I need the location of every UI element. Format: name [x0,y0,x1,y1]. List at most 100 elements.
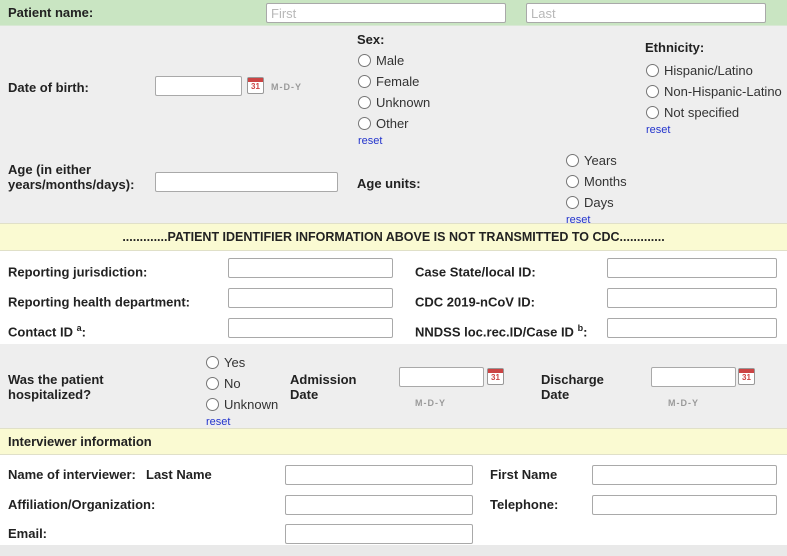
age-input[interactable] [155,172,338,192]
age-units-option-days[interactable]: Days [566,192,627,213]
age-units-option-label: Years [584,153,617,168]
sex-radio-unknown[interactable] [358,96,371,109]
interviewer-name-label: Name of interviewer: [8,465,136,485]
ethnicity-options: Hispanic/Latino Non-Hispanic-Latino Not … [646,60,782,137]
interviewer-last-name-label: Last Name [146,465,212,485]
telephone-label: Telephone: [490,495,558,515]
calendar-icon-day: 31 [248,82,263,92]
ethnicity-radio-hispanic[interactable] [646,64,659,77]
discharge-date-input[interactable] [651,367,736,387]
ethnicity-option-hispanic[interactable]: Hispanic/Latino [646,60,782,81]
interviewer-last-name-input[interactable] [285,465,473,485]
ethnicity-radio-not-specified[interactable] [646,106,659,119]
age-units-label: Age units: [357,176,421,191]
discharge-date-format-hint: M-D-Y [668,398,699,408]
sex-radio-female[interactable] [358,75,371,88]
email-input[interactable] [285,524,473,544]
reporting-jurisdiction-label: Reporting jurisdiction: [8,258,147,282]
ethnicity-option-label: Not specified [664,105,739,120]
cdc-ncov-id-label: CDC 2019-nCoV ID: [415,288,535,312]
ethnicity-radio-non-hispanic[interactable] [646,85,659,98]
hospitalized-option-label: Yes [224,355,245,370]
interviewer-first-name-input[interactable] [592,465,777,485]
last-name-input[interactable] [526,3,766,23]
calendar-icon-day: 31 [488,373,503,383]
ethnicity-option-label: Non-Hispanic-Latino [664,84,782,99]
dob-label: Date of birth: [8,80,89,95]
calendar-icon-day: 31 [739,373,754,383]
nndss-id-label: NNDSS loc.rec.ID/Case ID b: [415,318,587,342]
case-report-form: Patient name: Date of birth: 31 M-D-Y Se… [0,0,787,556]
admission-date-input[interactable] [399,367,484,387]
admission-date-format-hint: M-D-Y [415,398,446,408]
age-units-option-years[interactable]: Years [566,150,627,171]
age-units-options: Years Months Days reset [566,150,627,227]
sex-radio-male[interactable] [358,54,371,67]
dob-input[interactable] [155,76,242,96]
ethnicity-option-label: Hispanic/Latino [664,63,753,78]
ethnicity-reset-link[interactable]: reset [646,123,782,137]
hospitalized-radio-yes[interactable] [206,356,219,369]
hospitalized-reset-link[interactable]: reset [206,415,278,429]
ethnicity-option-non-hispanic[interactable]: Non-Hispanic-Latino [646,81,782,102]
case-state-local-id-input[interactable] [607,258,777,278]
hospitalized-radio-no[interactable] [206,377,219,390]
demographics-section: Date of birth: 31 M-D-Y Sex: Male Female… [0,26,787,223]
hospitalization-section: Was the patient hospitalized? Yes No Unk… [0,344,787,428]
email-label: Email: [8,524,47,544]
age-units-radio-days[interactable] [566,196,579,209]
sex-option-label: Male [376,53,404,68]
hospitalized-radio-unknown[interactable] [206,398,219,411]
age-units-option-label: Months [584,174,627,189]
sex-options: Male Female Unknown Other reset [358,50,430,148]
sex-reset-link[interactable]: reset [358,134,430,148]
calendar-icon[interactable]: 31 [247,77,264,94]
hospitalized-options: Yes No Unknown reset [206,352,278,429]
calendar-icon[interactable]: 31 [738,368,755,385]
hospitalized-option-unknown[interactable]: Unknown [206,394,278,415]
dob-format-hint: M-D-Y [271,82,302,92]
age-units-option-label: Days [584,195,614,210]
reporting-health-department-input[interactable] [228,288,393,308]
sex-label: Sex: [357,32,384,47]
hospitalized-option-label: No [224,376,241,391]
telephone-input[interactable] [592,495,777,515]
hospitalized-option-yes[interactable]: Yes [206,352,278,373]
cdc-ncov-id-input[interactable] [607,288,777,308]
first-name-input[interactable] [266,3,506,23]
reporting-jurisdiction-input[interactable] [228,258,393,278]
age-label: Age (in either years/months/days): [8,162,163,192]
contact-id-input[interactable] [228,318,393,338]
interviewer-section: Name of interviewer: Last Name First Nam… [0,455,787,545]
sex-option-unknown[interactable]: Unknown [358,92,430,113]
age-units-option-months[interactable]: Months [566,171,627,192]
sex-option-female[interactable]: Female [358,71,430,92]
admission-date-label: Admission Date [290,372,370,402]
interviewer-banner: Interviewer information [0,428,787,455]
sex-option-label: Other [376,116,409,131]
identifier-notice-banner: .............PATIENT IDENTIFIER INFORMAT… [0,223,787,251]
ethnicity-option-not-specified[interactable]: Not specified [646,102,782,123]
identifiers-section: Reporting jurisdiction: Case State/local… [0,251,787,344]
patient-name-label: Patient name: [8,0,93,26]
discharge-date-label: Discharge Date [541,372,621,402]
nndss-id-input[interactable] [607,318,777,338]
hospitalized-option-no[interactable]: No [206,373,278,394]
hospitalized-label: Was the patient hospitalized? [8,372,158,402]
affiliation-input[interactable] [285,495,473,515]
sex-radio-other[interactable] [358,117,371,130]
age-units-radio-years[interactable] [566,154,579,167]
case-state-local-id-label: Case State/local ID: [415,258,536,282]
interviewer-first-name-label: First Name [490,465,557,485]
age-units-radio-months[interactable] [566,175,579,188]
hospitalized-option-label: Unknown [224,397,278,412]
calendar-icon[interactable]: 31 [487,368,504,385]
affiliation-label: Affiliation/Organization: [8,495,155,515]
sex-option-other[interactable]: Other [358,113,430,134]
footer-strip [0,545,787,556]
ethnicity-label: Ethnicity: [645,40,704,55]
contact-id-label: Contact ID a: [8,318,86,342]
sex-option-label: Female [376,74,419,89]
sex-option-male[interactable]: Male [358,50,430,71]
sex-option-label: Unknown [376,95,430,110]
